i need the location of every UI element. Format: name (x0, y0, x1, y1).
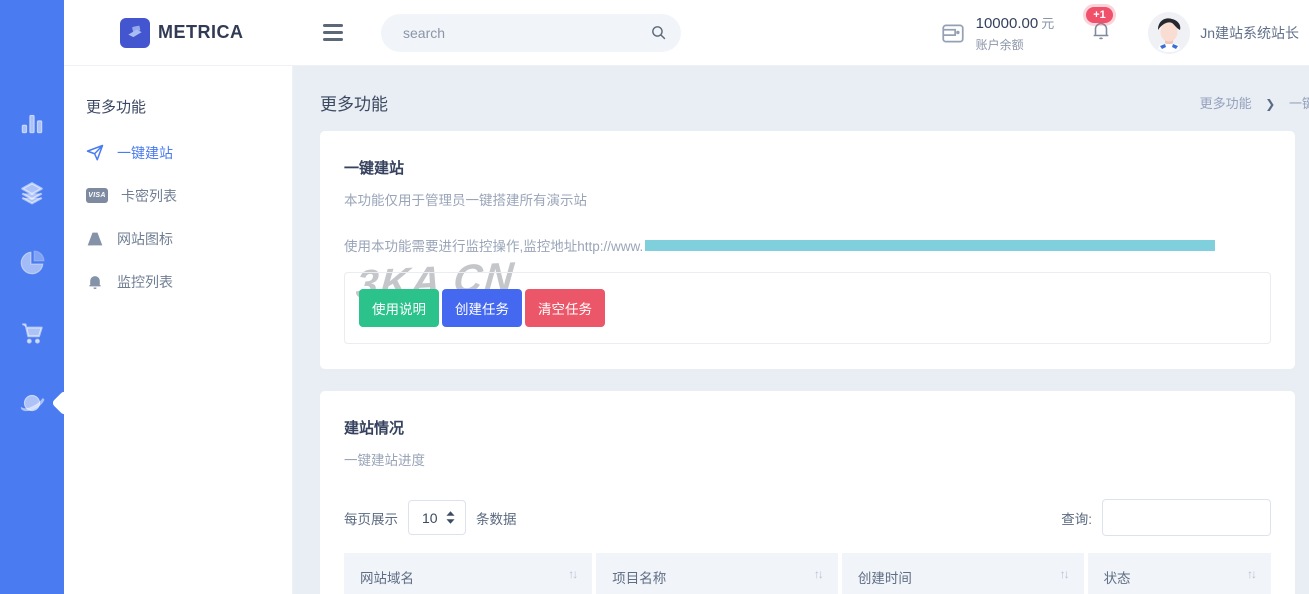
menu-item-site-icon[interactable]: 网站图标 (86, 217, 292, 260)
card-title: 一键建站 (344, 157, 1271, 178)
top-header: METRICA 10000.00元 账户余额 (64, 0, 1309, 66)
query-input[interactable] (1102, 499, 1271, 536)
brand-name: METRICA (158, 22, 244, 43)
sidebar-item-layers[interactable] (0, 158, 64, 228)
submenu-heading: 更多功能 (86, 96, 292, 117)
page-size-select[interactable]: 10 (408, 500, 466, 535)
search-icon[interactable] (650, 24, 667, 41)
avatar (1148, 12, 1190, 54)
monitor-url-text: 使用本功能需要进行监控操作,监控地址http://www. (344, 239, 643, 254)
search-bar (381, 14, 681, 52)
right-column: METRICA 10000.00元 账户余额 (64, 0, 1309, 594)
balance-label: 账户余额 (976, 36, 1055, 53)
user-menu[interactable]: Jn建站系统站长 (1148, 12, 1299, 54)
pie-chart-icon (19, 250, 45, 276)
username: Jn建站系统站长 (1200, 23, 1299, 43)
page-head: 更多功能 更多功能 ❯ 一键建站 (320, 90, 1295, 115)
menu-item-card-list[interactable]: VISA 卡密列表 (86, 174, 292, 217)
page-size-suffix: 条数据 (476, 508, 517, 528)
icon-sidebar (0, 0, 64, 594)
send-icon (86, 144, 104, 162)
onekey-build-card: 一键建站 本功能仅用于管理员一键搭建所有演示站 使用本功能需要进行监控操作,监控… (320, 131, 1295, 369)
cart-icon (19, 320, 45, 346)
balance-amount: 10000.00 (976, 15, 1039, 32)
balance-currency: 元 (1041, 16, 1054, 31)
wallet-icon (940, 20, 966, 46)
app-root: METRICA 10000.00元 账户余额 (0, 0, 1309, 594)
page-title: 更多功能 (320, 90, 388, 115)
menu-item-label: 卡密列表 (121, 186, 177, 206)
planet-icon (19, 390, 45, 416)
account-balance: 10000.00元 账户余额 (940, 13, 1055, 53)
query-label: 查询: (1061, 508, 1092, 528)
sort-arrows-icon: ↑↓ (1247, 567, 1255, 581)
card-title: 建站情况 (344, 417, 1271, 438)
breadcrumb-item[interactable]: 一键建站 (1289, 96, 1309, 111)
action-button-group: 使用说明 创建任务 清空任务 (344, 272, 1271, 344)
notifications-button[interactable]: +1 (1090, 19, 1112, 46)
menu-item-onekey-build[interactable]: 一键建站 (86, 131, 292, 174)
search-input[interactable] (403, 25, 650, 41)
notification-badge: +1 (1086, 7, 1113, 23)
page-size-value: 10 (422, 510, 438, 526)
menu-item-label: 一键建站 (117, 143, 173, 163)
sort-arrows-icon: ↑↓ (568, 567, 576, 581)
monitor-url-line: 使用本功能需要进行监控操作,监控地址http://www. (344, 235, 1271, 255)
sort-arrows-icon: ↑↓ (814, 567, 822, 581)
create-task-button[interactable]: 创建任务 (442, 289, 522, 327)
table-header-row: ↑↓ 网站域名 ↑↓ 项目名称 ↑↓ 创建时间 (344, 553, 1271, 594)
menu-item-label: 网站图标 (117, 229, 173, 249)
brand-logo[interactable]: METRICA (64, 18, 293, 48)
breadcrumb-item[interactable]: 更多功能 (1200, 96, 1252, 111)
card-subtitle: 本功能仅用于管理员一键搭建所有演示站 (344, 189, 1271, 209)
brand-logo-icon (120, 18, 150, 48)
menu-item-label: 监控列表 (117, 272, 173, 292)
stepper-arrows-icon (446, 511, 455, 524)
column-header-domain[interactable]: ↑↓ 网站域名 (344, 553, 594, 594)
build-status-table: ↑↓ 网站域名 ↑↓ 项目名称 ↑↓ 创建时间 (344, 553, 1271, 594)
bell-icon (86, 273, 104, 291)
column-header-created[interactable]: ↑↓ 创建时间 (840, 553, 1086, 594)
main-content: 更多功能 更多功能 ❯ 一键建站 一键建站 本功能仅用于管理员一键搭建所有演示站… (293, 66, 1309, 594)
layers-icon (19, 180, 45, 206)
secondary-sidebar: 更多功能 一键建站 VISA 卡密列表 网站图标 (64, 66, 293, 594)
visa-card-icon: VISA (86, 188, 108, 203)
column-header-status[interactable]: ↑↓ 状态 (1086, 553, 1271, 594)
sidebar-item-dashboard[interactable] (0, 88, 64, 158)
chevron-right-icon: ❯ (1265, 97, 1275, 111)
sort-arrows-icon: ↑↓ (1060, 567, 1068, 581)
sidebar-item-analytics[interactable] (0, 228, 64, 298)
usage-help-button[interactable]: 使用说明 (359, 289, 439, 327)
clear-task-button[interactable]: 清空任务 (525, 289, 605, 327)
card-subtitle: 一键建站进度 (344, 449, 1271, 469)
sidebar-item-shop[interactable] (0, 298, 64, 368)
build-status-card: 建站情况 一键建站进度 每页展示 10 条数据 (320, 391, 1295, 594)
table-controls: 每页展示 10 条数据 查询: (344, 499, 1271, 536)
bar-chart-icon (19, 110, 45, 136)
redacted-url-highlight (645, 240, 1215, 251)
page-size-prefix: 每页展示 (344, 508, 398, 528)
breadcrumb: 更多功能 ❯ 一键建站 (1200, 93, 1309, 112)
menu-item-monitor-list[interactable]: 监控列表 (86, 260, 292, 303)
column-header-project[interactable]: ↑↓ 项目名称 (594, 553, 840, 594)
sidebar-item-sites[interactable] (0, 368, 64, 438)
menu-toggle-icon[interactable] (323, 24, 343, 41)
mountain-icon (86, 230, 104, 248)
body-row: 更多功能 一键建站 VISA 卡密列表 网站图标 (64, 66, 1309, 594)
